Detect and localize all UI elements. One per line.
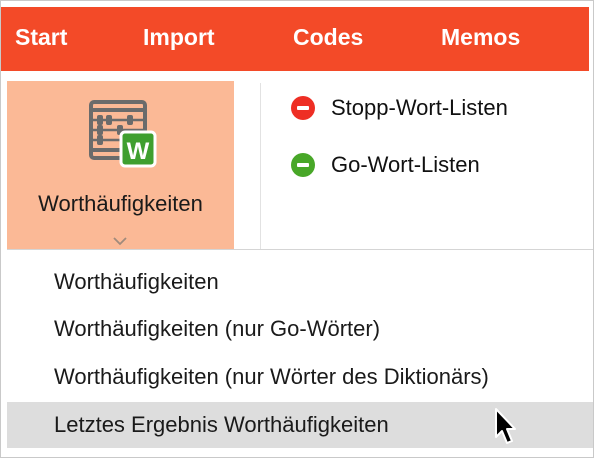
chevron-down-icon[interactable]: [110, 235, 130, 247]
minus-circle-green-icon: [291, 153, 315, 177]
abacus-icon: W: [89, 100, 157, 168]
menu-item-dictionary-words-only[interactable]: Worthäufigkeiten (nur Wörter des Diktion…: [7, 354, 593, 400]
menu-item-go-words-only[interactable]: Worthäufigkeiten (nur Go-Wörter): [7, 306, 593, 352]
word-frequencies-button[interactable]: W Worthäufigkeiten: [7, 81, 234, 249]
badge-letter: W: [127, 138, 150, 165]
menu-item-label: Worthäufigkeiten: [54, 269, 219, 294]
menu-memos[interactable]: Memos: [441, 7, 520, 71]
go-word-lists-label: Go-Wort-Listen: [331, 152, 480, 177]
stop-word-lists-label: Stopp-Wort-Listen: [331, 95, 508, 120]
menu-start[interactable]: Start: [15, 7, 67, 71]
minus-circle-red-icon: [291, 96, 315, 120]
menu-item-word-frequencies[interactable]: Worthäufigkeiten: [7, 259, 593, 305]
word-frequencies-label: Worthäufigkeiten: [38, 191, 203, 216]
menu-item-label: Worthäufigkeiten (nur Wörter des Diktion…: [54, 364, 489, 389]
menu-codes[interactable]: Codes: [293, 7, 363, 71]
ribbon-divider: [260, 83, 261, 249]
mouse-cursor-icon: [495, 408, 516, 444]
menu-bar: Start Import Codes Memos: [1, 7, 593, 71]
menu-item-label: Worthäufigkeiten (nur Go-Wörter): [54, 316, 381, 341]
menu-item-label: Letztes Ergebnis Worthäufigkeiten: [54, 412, 389, 437]
ribbon: W Worthäufigkeiten Stopp-Wort-Listen Go-…: [1, 71, 593, 249]
menu-import[interactable]: Import: [143, 7, 215, 71]
app-window: Start Import Codes Memos W Worthäufigkei…: [0, 0, 594, 458]
